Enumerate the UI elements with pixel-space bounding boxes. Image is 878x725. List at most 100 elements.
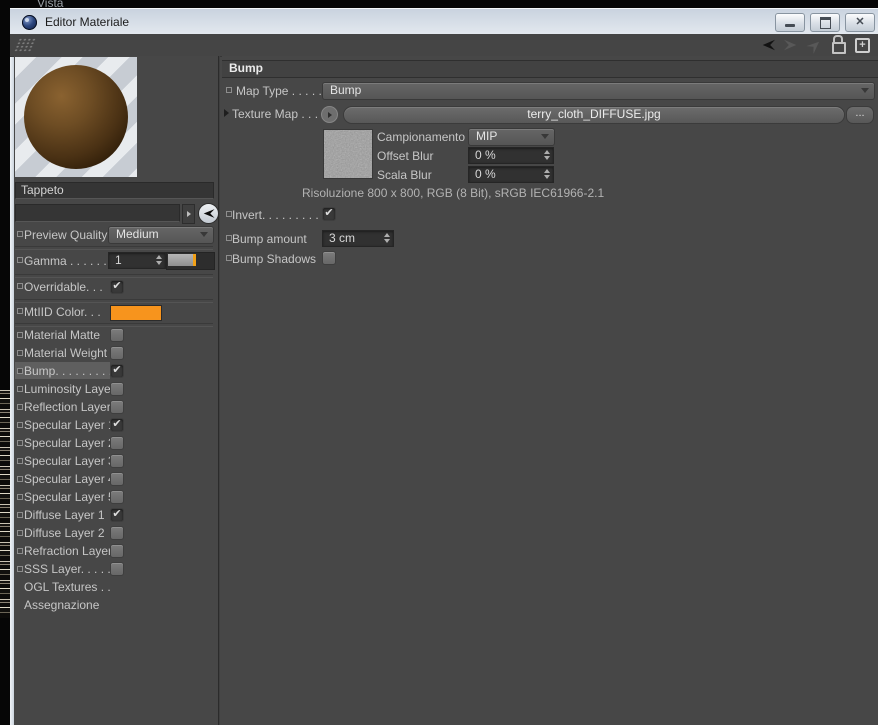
channel-row[interactable]: Specular Layer 1 ✔ bbox=[14, 416, 218, 434]
channel-row[interactable]: OGL Textures . . bbox=[14, 578, 218, 596]
channel-row[interactable]: Material Matte ✔ bbox=[14, 326, 218, 344]
invert-checkbox[interactable]: ✔ bbox=[322, 207, 336, 221]
channel-checkbox[interactable]: ✔ bbox=[110, 364, 124, 378]
channel-label: Material Weight bbox=[24, 346, 108, 360]
close-button[interactable]: ✕ bbox=[845, 13, 875, 32]
bump-shadows-label: Bump Shadows bbox=[232, 252, 317, 266]
channel-checkbox[interactable]: ✔ bbox=[110, 382, 124, 396]
channel-row[interactable]: Refraction Layer✔ bbox=[14, 542, 218, 560]
check-icon: ✔ bbox=[112, 364, 122, 376]
channel-row[interactable]: Diffuse Layer 2 ✔ bbox=[14, 524, 218, 542]
channel-checkbox[interactable]: ✔ bbox=[110, 472, 124, 486]
param-dot bbox=[17, 512, 23, 518]
channel-checkbox[interactable]: ✔ bbox=[110, 526, 124, 540]
bump-amount-input[interactable]: 3 cm bbox=[322, 230, 394, 247]
texture-thumbnail[interactable] bbox=[323, 129, 373, 179]
channel-label: Specular Layer 2 bbox=[24, 436, 115, 450]
param-dot bbox=[17, 476, 23, 482]
param-dot bbox=[17, 458, 23, 464]
check-icon: ✔ bbox=[112, 280, 122, 292]
material-preview[interactable] bbox=[15, 57, 137, 177]
offset-blur-label: Offset Blur bbox=[377, 149, 434, 163]
channel-checkbox[interactable]: ✔ bbox=[110, 436, 124, 450]
channel-label: Diffuse Layer 2 bbox=[24, 526, 105, 540]
channel-label: Specular Layer 3 bbox=[24, 454, 115, 468]
channel-label: Assegnazione bbox=[24, 598, 100, 612]
expander-triangle-icon[interactable] bbox=[224, 109, 229, 117]
channel-row[interactable]: Specular Layer 5✔ bbox=[14, 488, 218, 506]
channel-row[interactable]: Specular Layer 4✔ bbox=[14, 470, 218, 488]
material-editor-window: Editor Materiale ✕ + Tappeto Preview Qua… bbox=[10, 8, 878, 725]
channel-checkbox[interactable]: ✔ bbox=[110, 400, 124, 414]
campionamento-dropdown[interactable]: MIP bbox=[468, 128, 555, 146]
param-dot bbox=[17, 404, 23, 410]
preview-sphere bbox=[24, 65, 128, 169]
overridable-checkbox[interactable]: ✔ bbox=[110, 280, 124, 294]
map-type-dropdown[interactable]: Bump bbox=[322, 82, 875, 100]
channel-row[interactable]: Specular Layer 2✔ bbox=[14, 434, 218, 452]
channel-row[interactable]: Reflection Layer✔ bbox=[14, 398, 218, 416]
invert-label: Invert. . . . . . . . . bbox=[232, 208, 319, 222]
map-type-label: Map Type . . . . . bbox=[236, 84, 322, 98]
chevron-down-icon bbox=[541, 134, 549, 139]
param-dot bbox=[17, 350, 23, 356]
texture-options-button[interactable] bbox=[321, 106, 338, 123]
channel-row[interactable]: SSS Layer. . . . . .✔ bbox=[14, 560, 218, 578]
channel-checkbox[interactable]: ✔ bbox=[110, 508, 124, 522]
channel-checkbox[interactable]: ✔ bbox=[110, 490, 124, 504]
channel-row[interactable]: Bump. . . . . . . . . ✔ bbox=[14, 362, 218, 380]
channel-label: SSS Layer. . . . . . bbox=[24, 562, 118, 576]
scala-blur-input[interactable]: 0 % bbox=[468, 166, 554, 183]
channel-row[interactable]: Specular Layer 3✔ bbox=[14, 452, 218, 470]
channel-checkbox[interactable]: ✔ bbox=[110, 562, 124, 576]
channel-checkbox[interactable]: ✔ bbox=[110, 454, 124, 468]
right-triangle-icon bbox=[186, 211, 191, 217]
bump-section-header: Bump bbox=[222, 60, 878, 78]
mtlid-color-swatch[interactable] bbox=[110, 305, 162, 321]
browse-button[interactable]: ... bbox=[846, 106, 874, 124]
shader-menu-button[interactable] bbox=[182, 204, 195, 224]
check-icon: ✔ bbox=[112, 418, 122, 430]
channel-label: Material Matte bbox=[24, 328, 101, 342]
slider-handle[interactable] bbox=[168, 254, 193, 266]
channel-label: Reflection Layer bbox=[24, 400, 111, 414]
channel-checkbox[interactable]: ✔ bbox=[110, 328, 124, 342]
param-dot bbox=[17, 566, 23, 572]
channel-list: Material Matte✔Material Weight✔Bump. . .… bbox=[14, 326, 218, 614]
slider-mark bbox=[193, 254, 196, 266]
spinner-icon[interactable] bbox=[544, 169, 550, 179]
channel-checkbox[interactable]: ✔ bbox=[110, 418, 124, 432]
material-name-input[interactable]: Tappeto bbox=[15, 182, 214, 199]
gamma-slider[interactable] bbox=[166, 252, 215, 270]
preview-quality-dropdown[interactable]: Medium bbox=[108, 226, 214, 244]
bump-shadows-checkbox[interactable]: ✔ bbox=[322, 251, 336, 265]
titlebar[interactable]: Editor Materiale ✕ bbox=[10, 8, 878, 36]
minimize-button[interactable] bbox=[775, 13, 805, 32]
texture-resolution-info: Risoluzione 800 x 800, RGB (8 Bit), sRGB… bbox=[302, 186, 605, 200]
param-dot bbox=[17, 548, 23, 554]
pick-shader-button[interactable] bbox=[198, 203, 219, 224]
maximize-button[interactable] bbox=[810, 13, 840, 32]
separator bbox=[15, 246, 213, 250]
channel-checkbox[interactable]: ✔ bbox=[110, 544, 124, 558]
channel-row[interactable]: Material Weight✔ bbox=[14, 344, 218, 362]
channel-row[interactable]: Luminosity Layer✔ bbox=[14, 380, 218, 398]
channel-label: Refraction Layer bbox=[24, 544, 113, 558]
mtlid-color-label: MtIID Color. . . bbox=[24, 305, 101, 319]
param-dot bbox=[17, 283, 23, 289]
offset-blur-input[interactable]: 0 % bbox=[468, 147, 554, 164]
channel-label: Specular Layer 1 bbox=[24, 418, 115, 432]
spinner-icon[interactable] bbox=[544, 150, 550, 160]
param-dot bbox=[17, 386, 23, 392]
channel-row[interactable]: Assegnazione bbox=[14, 596, 218, 614]
channel-checkbox[interactable]: ✔ bbox=[110, 346, 124, 360]
spinner-icon[interactable] bbox=[384, 233, 390, 243]
preview-quality-label: Preview Quality bbox=[24, 228, 108, 242]
param-dot bbox=[17, 530, 23, 536]
shader-input[interactable] bbox=[15, 204, 180, 222]
texture-filename-field[interactable]: terry_cloth_DIFFUSE.jpg bbox=[343, 106, 845, 124]
scala-blur-label: Scala Blur bbox=[377, 168, 432, 182]
channel-row[interactable]: Diffuse Layer 1 ✔ bbox=[14, 506, 218, 524]
panel-divider-highlight bbox=[219, 56, 220, 725]
channel-label: Specular Layer 4 bbox=[24, 472, 115, 486]
